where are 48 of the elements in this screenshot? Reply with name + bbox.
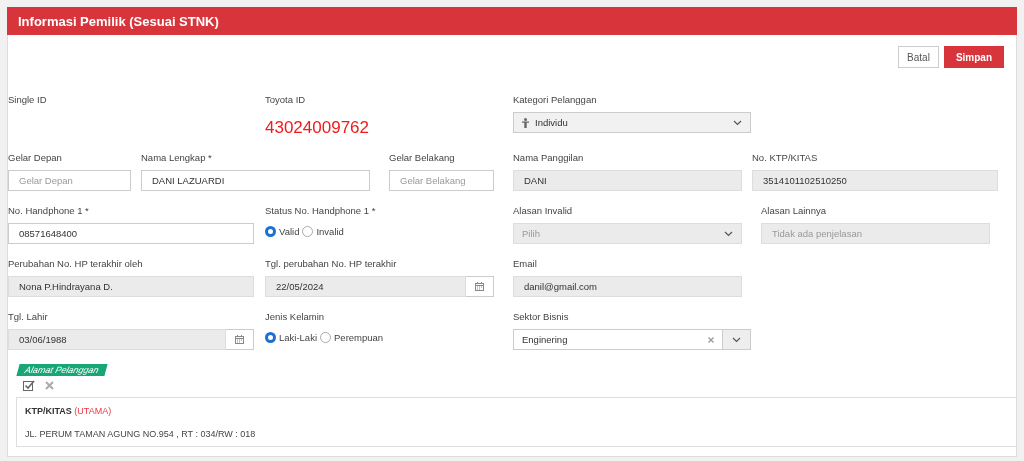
input-field[interactable]: DANI LAZUARDI [141, 170, 370, 191]
field-label: No. KTP/KITAS [752, 152, 819, 164]
field-label: Perubahan No. HP terakhir oleh [8, 258, 144, 270]
clear-icon[interactable] [708, 336, 714, 343]
person-icon [522, 117, 529, 128]
field-label: Tgl. Lahir [8, 311, 49, 323]
select-field[interactable]: Individu [513, 112, 751, 133]
field-label: Email [513, 258, 538, 270]
checkbox-icon[interactable] [23, 380, 35, 391]
field-label: Gelar Depan [8, 152, 63, 164]
radio-label[interactable]: Valid [279, 225, 300, 237]
close-icon[interactable] [45, 381, 54, 390]
chevron-down-icon [733, 119, 742, 126]
panel-title: Informasi Pemilik (Sesuai STNK) [18, 13, 219, 29]
field-label: Alasan Lainnya [761, 205, 827, 217]
field-label: Kategori Pelanggan [513, 94, 598, 106]
address-line: JL. PERUM TAMAN AGUNG NO.954 , RT : 034/RW : 018 [25, 429, 257, 439]
radio-button[interactable] [302, 225, 314, 237]
radio-label[interactable]: Laki-Laki [279, 331, 318, 343]
field-label: Status No. Handphone 1 * [265, 205, 377, 217]
field-label: Single ID [8, 94, 48, 106]
input-field[interactable]: 08571648400 [8, 223, 254, 244]
field-label: Nama Panggilan [513, 152, 585, 164]
calendar-icon [235, 335, 244, 344]
save-button[interactable]: Simpan [943, 46, 1004, 68]
field-label: Sektor Bisnis [513, 311, 570, 323]
calendar-button[interactable] [466, 276, 494, 297]
select-field[interactable]: Enginering [513, 329, 723, 350]
calendar-button[interactable] [226, 329, 254, 350]
radio-label[interactable]: Perempuan [334, 331, 384, 343]
field-label: Nama Lengkap * [141, 152, 213, 164]
field-label: Jenis Kelamin [265, 311, 326, 323]
cancel-button[interactable]: Batal [898, 46, 939, 68]
field-label: Tgl. perubahan No. HP terakhir [265, 258, 398, 270]
chevron-down-icon [732, 336, 741, 343]
calendar-icon [475, 282, 484, 291]
radio-label[interactable]: Invalid [316, 225, 344, 237]
radio-button[interactable] [265, 331, 276, 343]
field-label: Alasan Invalid [513, 205, 574, 217]
radio-button[interactable] [320, 331, 332, 343]
section-tag: Alamat Pelanggan [16, 364, 108, 376]
chevron-down-icon [724, 230, 733, 237]
radio-button[interactable] [265, 225, 276, 237]
field-label: Toyota ID [265, 94, 307, 106]
id-number: 43024009762 [265, 117, 370, 138]
field-label: Gelar Belakang [389, 152, 456, 164]
field-label: No. Handphone 1 * [8, 205, 90, 217]
address-title: KTP/KITAS (UTAMA) [25, 406, 113, 416]
